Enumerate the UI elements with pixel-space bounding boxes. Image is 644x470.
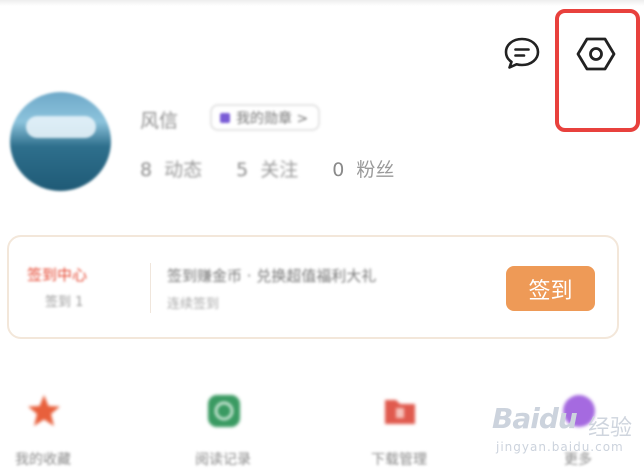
shortcut-downloads[interactable]: 下载管理 xyxy=(344,385,454,470)
baidu-jingyan-watermark: Baidu 经验 jingyan.baidu.com xyxy=(462,400,642,470)
signin-streak-text: 连续签到 xyxy=(167,297,220,312)
card-divider xyxy=(150,263,151,313)
star-icon xyxy=(28,395,60,426)
stat-following-label: 关注 xyxy=(260,159,299,181)
watermark-url: jingyan.baidu.com xyxy=(496,440,624,454)
download-folder-icon xyxy=(385,400,415,424)
watermark-text: 经验 xyxy=(588,416,633,441)
shortcut-history[interactable]: 阅读记录 xyxy=(168,385,278,470)
level-badge-label: 我的勋章 > xyxy=(236,110,309,127)
avatar-image-detail xyxy=(26,116,96,138)
signin-promo-text: 签到赚金币 · 兑换超值福利大礼 xyxy=(167,267,377,285)
signin-center-title[interactable]: 签到中心 xyxy=(27,264,87,285)
username[interactable]: 风信 xyxy=(140,106,178,133)
chat-bubble-icon xyxy=(504,37,540,69)
shortcut-label: 下载管理 xyxy=(371,452,427,468)
message-button[interactable] xyxy=(503,36,541,70)
stat-fans-label: 粉丝 xyxy=(356,159,395,181)
shortcut-favorites[interactable]: 我的收藏 xyxy=(0,385,98,470)
settings-highlight-box xyxy=(555,9,640,132)
watermark-logo: Baidu xyxy=(492,402,578,435)
signin-days: 签到 1 xyxy=(45,295,84,310)
stat-following-count: 5 xyxy=(236,159,249,181)
shortcut-label: 我的收藏 xyxy=(15,452,71,468)
stat-fans-count: 0 xyxy=(332,159,345,181)
stat-following[interactable]: 5 关注 xyxy=(236,155,298,182)
status-bar-remnant xyxy=(0,0,644,6)
profile-stats: 8 动态 5 关注 0 粉丝 xyxy=(140,155,394,182)
stat-posts-count: 8 xyxy=(140,159,153,181)
stat-fans[interactable]: 0 粉丝 xyxy=(332,155,394,182)
stat-posts[interactable]: 8 动态 xyxy=(140,155,202,182)
stat-posts-label: 动态 xyxy=(164,159,203,181)
avatar[interactable] xyxy=(10,92,111,191)
clock-icon xyxy=(208,395,240,427)
signin-button[interactable]: 签到 xyxy=(506,266,595,311)
signin-card: 签到中心 签到 1 签到赚金币 · 兑换超值福利大礼 连续签到 签到 xyxy=(7,235,619,339)
badge-dot-icon xyxy=(220,112,230,123)
level-badge[interactable]: 我的勋章 > xyxy=(210,104,321,131)
shortcut-label: 阅读记录 xyxy=(195,452,251,468)
